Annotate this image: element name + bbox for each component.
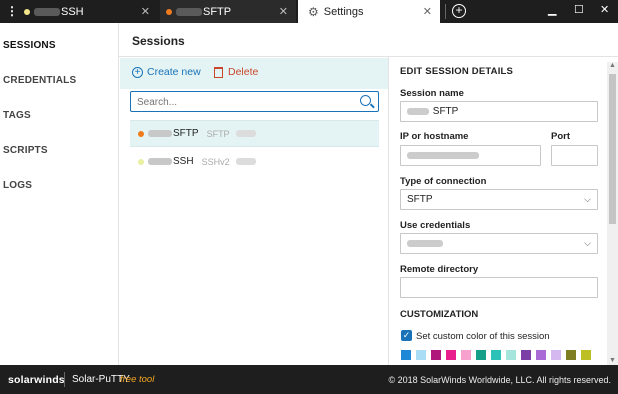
connection-type-select[interactable]: SFTP ⌵ [400, 189, 598, 210]
redacted-text [407, 239, 443, 247]
scroll-up-icon[interactable]: ▲ [609, 62, 616, 69]
session-type: SFTP [206, 128, 230, 139]
session-name-label: Session name [400, 88, 464, 99]
sidebar-item-logs[interactable]: LOGS [3, 180, 32, 191]
color-swatch[interactable] [446, 350, 456, 360]
session-name-field[interactable]: SFTP [400, 101, 598, 122]
copyright-text: © 2018 SolarWinds Worldwide, LLC. All ri… [388, 375, 611, 385]
session-toolbar: + Create new Delete [120, 58, 388, 89]
close-icon[interactable]: ✕ [423, 5, 432, 18]
connection-type-label: Type of connection [400, 176, 487, 187]
port-label: Port [551, 131, 570, 142]
session-color-dot [138, 130, 144, 137]
session-row-ssh[interactable]: SSH SSHv2 [130, 148, 379, 175]
tab-divider [445, 4, 446, 19]
color-swatch[interactable] [461, 350, 471, 360]
credentials-label: Use credentials [400, 220, 471, 231]
customization-label: CUSTOMIZATION [400, 309, 479, 320]
gear-icon: ⚙ [308, 4, 319, 19]
color-swatch[interactable] [581, 350, 591, 360]
session-name: SFTP [173, 128, 199, 139]
color-swatch[interactable] [551, 350, 561, 360]
color-swatch[interactable] [521, 350, 531, 360]
search-box[interactable] [130, 91, 379, 112]
tab-settings[interactable]: ⚙ Settings ✕ [298, 0, 440, 23]
session-color-dot [166, 8, 172, 15]
page-title: Sessions [132, 34, 185, 48]
plus-circle-icon: + [132, 66, 143, 78]
color-swatch[interactable] [431, 350, 441, 360]
scrollbar-thumb[interactable] [609, 74, 616, 224]
close-icon[interactable]: ✕ [141, 5, 150, 18]
chevron-down-icon: ⌵ [584, 238, 591, 248]
color-swatch[interactable] [491, 350, 501, 360]
settings-sidebar: SESSIONS CREDENTIALS TAGS SCRIPTS LOGS [0, 23, 119, 365]
delete-button[interactable]: Delete [214, 66, 258, 78]
connection-type-value: SFTP [407, 194, 433, 205]
sidebar-item-sessions[interactable]: SESSIONS [3, 40, 56, 51]
session-name: SSH [173, 156, 194, 167]
session-list-panel: + Create new Delete SFTP SFTP SSH SSHv2 [119, 57, 389, 365]
session-color-dot [24, 8, 30, 15]
session-name-value: SFTP [432, 106, 459, 117]
session-type: SSHv2 [201, 156, 230, 167]
session-color-dot [138, 158, 144, 165]
close-icon[interactable]: ✕ [279, 5, 288, 18]
scroll-down-icon[interactable]: ▼ [609, 357, 616, 364]
scrollbar[interactable]: ▲ ▼ [607, 62, 618, 365]
free-tool-label: free tool [120, 374, 155, 385]
color-swatch[interactable] [566, 350, 576, 360]
delete-label: Delete [228, 66, 259, 78]
chevron-down-icon: ⌵ [584, 194, 591, 204]
edit-session-title: EDIT SESSION DETAILS [400, 66, 514, 77]
host-field[interactable] [400, 145, 541, 166]
remote-directory-label: Remote directory [400, 264, 479, 275]
custom-color-checkbox[interactable]: ✓ [401, 330, 412, 341]
window-close-icon[interactable]: ✕ [600, 3, 609, 16]
create-new-button[interactable]: + Create new [132, 66, 201, 78]
edit-session-panel: EDIT SESSION DETAILS Session name SFTP I… [390, 57, 618, 365]
footer-bar: solarwinds Solar-PuTTY free tool © 2018 … [0, 365, 618, 394]
tab-sftp-session[interactable]: SFTP ✕ [160, 0, 296, 23]
redacted-text [176, 7, 202, 16]
sidebar-item-credentials[interactable]: CREDENTIALS [3, 75, 76, 86]
tab-label: Settings [323, 5, 364, 18]
minimize-icon[interactable]: ▁ [548, 3, 556, 16]
redacted-text [235, 158, 256, 165]
sessions-header: Sessions [119, 23, 618, 57]
create-new-label: Create new [147, 66, 201, 78]
search-icon[interactable] [360, 95, 371, 106]
tab-label: SFTP [203, 5, 232, 18]
tab-ssh-session[interactable]: SSH ✕ [20, 0, 158, 23]
remote-directory-field[interactable] [400, 277, 598, 298]
color-swatch[interactable] [506, 350, 516, 360]
color-swatch[interactable] [416, 350, 426, 360]
add-tab-icon[interactable]: + [452, 4, 466, 18]
tab-label: SSH [61, 5, 84, 18]
color-swatch[interactable] [401, 350, 411, 360]
tab-bar: ⋮ SSH ✕ SFTP ✕ ⚙ Settings ✕ + ▁ ☐ ✕ [0, 0, 618, 23]
footer-divider [64, 372, 65, 387]
redacted-text [407, 107, 429, 115]
brand-logo: solarwinds [8, 374, 65, 386]
redacted-text [235, 130, 256, 137]
sidebar-item-scripts[interactable]: SCRIPTS [3, 145, 48, 156]
search-input[interactable] [137, 95, 347, 109]
trash-icon [214, 66, 223, 78]
redacted-text [34, 7, 60, 16]
port-field[interactable] [551, 145, 598, 166]
credentials-select[interactable]: ⌵ [400, 233, 598, 254]
color-swatch[interactable] [536, 350, 546, 360]
host-label: IP or hostname [400, 131, 469, 142]
maximize-icon[interactable]: ☐ [574, 3, 584, 16]
sidebar-item-tags[interactable]: TAGS [3, 110, 31, 121]
redacted-text [148, 158, 172, 165]
color-swatch[interactable] [476, 350, 486, 360]
redacted-text [148, 130, 172, 137]
custom-color-label: Set custom color of this session [416, 331, 550, 342]
menu-icon[interactable]: ⋮ [6, 4, 18, 18]
session-row-sftp[interactable]: SFTP SFTP [130, 120, 379, 147]
redacted-text [407, 151, 479, 159]
